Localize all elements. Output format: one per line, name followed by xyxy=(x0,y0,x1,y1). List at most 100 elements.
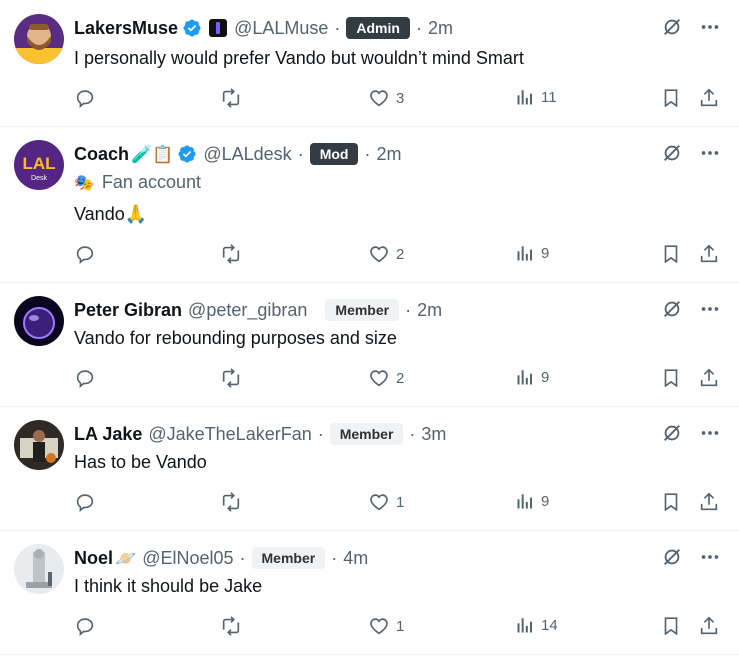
post-top-actions xyxy=(661,142,721,164)
bookmark-button[interactable] xyxy=(660,87,682,109)
avatar[interactable] xyxy=(14,14,64,64)
share-button[interactable] xyxy=(698,87,720,109)
more-options-icon[interactable] xyxy=(699,298,721,320)
verified-badge-icon[interactable] xyxy=(182,18,202,38)
display-name[interactable]: Peter Gibran xyxy=(74,300,182,321)
user-handle[interactable]: @LALMuse xyxy=(234,18,328,39)
separator-dot: · xyxy=(331,547,338,568)
separator-dot: · xyxy=(409,423,416,444)
grok-icon[interactable] xyxy=(661,16,683,38)
view-count: 9 xyxy=(541,492,550,510)
reply-button[interactable] xyxy=(74,615,102,637)
view-count: 9 xyxy=(541,368,550,386)
post-item[interactable]: LakersMuse @LALMuse · Admin · 2m I perso… xyxy=(0,0,739,127)
views-chart-icon xyxy=(515,615,535,635)
post-timestamp[interactable]: 2m xyxy=(417,300,442,321)
view-count: 9 xyxy=(541,244,550,262)
user-handle[interactable]: @LALdesk xyxy=(203,144,291,165)
user-handle[interactable]: @JakeTheLakerFan xyxy=(148,424,311,445)
separator-dot: · xyxy=(364,143,371,164)
display-name[interactable]: LakersMuse xyxy=(74,18,178,39)
bookmark-icon xyxy=(660,367,682,389)
share-icon xyxy=(698,367,720,389)
views-button[interactable]: 14 xyxy=(515,615,558,635)
reply-button[interactable] xyxy=(74,243,102,265)
like-button[interactable]: 2 xyxy=(368,243,404,265)
views-button[interactable]: 9 xyxy=(515,243,549,263)
post-actions: 2 9 xyxy=(74,367,724,391)
repost-button[interactable] xyxy=(219,491,249,513)
reply-icon xyxy=(74,615,96,637)
share-icon xyxy=(698,615,720,637)
bookmark-button[interactable] xyxy=(660,491,682,513)
heart-icon xyxy=(368,243,390,265)
avatar[interactable] xyxy=(14,420,64,470)
post-top-actions xyxy=(661,422,721,444)
share-button[interactable] xyxy=(698,367,720,389)
post-text: Vando for rebounding purposes and size xyxy=(74,328,397,348)
views-button[interactable]: 11 xyxy=(515,87,557,107)
post-top-actions xyxy=(661,16,721,38)
post-item[interactable]: Peter Gibran @peter_gibran · Member · 2m… xyxy=(0,282,739,407)
post-item[interactable]: Noel 🪐 @ElNoel05 · Member · 4m I think i… xyxy=(0,530,739,655)
share-button[interactable] xyxy=(698,243,720,265)
separator-dot: · xyxy=(405,299,412,320)
heart-icon xyxy=(368,87,390,109)
avatar[interactable]: LAL Desk xyxy=(14,140,64,190)
like-button[interactable]: 3 xyxy=(368,87,404,109)
bookmark-button[interactable] xyxy=(660,243,682,265)
affiliate-logo-icon[interactable] xyxy=(208,18,228,38)
repost-button[interactable] xyxy=(219,87,249,109)
repost-button[interactable] xyxy=(219,615,249,637)
like-count: 2 xyxy=(396,245,405,263)
like-button[interactable]: 1 xyxy=(368,615,404,637)
avatar[interactable] xyxy=(14,296,64,346)
repost-button[interactable] xyxy=(219,367,249,389)
more-options-icon[interactable] xyxy=(699,142,721,164)
lal-desk-logo-icon: LAL Desk xyxy=(14,140,64,190)
post-timestamp[interactable]: 3m xyxy=(421,424,446,445)
repost-icon xyxy=(219,243,243,265)
post-item[interactable]: LAL Desk Coach 🧪📋 @LALdesk · Mod · 2m 🎭 … xyxy=(0,126,739,283)
more-options-icon[interactable] xyxy=(699,422,721,444)
post-actions: 2 9 xyxy=(74,243,724,267)
reply-icon xyxy=(74,243,96,265)
post-timestamp[interactable]: 2m xyxy=(376,144,401,165)
like-button[interactable]: 1 xyxy=(368,491,404,513)
share-button[interactable] xyxy=(698,615,720,637)
views-chart-icon xyxy=(515,491,535,511)
share-icon xyxy=(698,87,720,109)
reply-button[interactable] xyxy=(74,491,102,513)
more-options-icon[interactable] xyxy=(699,16,721,38)
post-item[interactable]: LA Jake @JakeTheLakerFan · Member · 3m H… xyxy=(0,406,739,531)
views-button[interactable]: 9 xyxy=(515,367,549,387)
grok-icon[interactable] xyxy=(661,142,683,164)
reply-button[interactable] xyxy=(74,367,102,389)
repost-button[interactable] xyxy=(219,243,249,265)
user-handle[interactable]: @ElNoel05 xyxy=(142,548,233,569)
post-timestamp[interactable]: 4m xyxy=(343,548,368,569)
bookmark-button[interactable] xyxy=(660,615,682,637)
display-name[interactable]: Noel xyxy=(74,548,113,569)
avatar[interactable] xyxy=(14,544,64,594)
bookmark-button[interactable] xyxy=(660,367,682,389)
post-actions: 1 14 xyxy=(74,615,724,639)
post-timestamp[interactable]: 2m xyxy=(428,18,453,39)
share-icon xyxy=(698,243,720,265)
post-text: Vando🙏 xyxy=(74,204,148,224)
share-button[interactable] xyxy=(698,491,720,513)
display-name[interactable]: LA Jake xyxy=(74,424,142,445)
verified-badge-icon[interactable] xyxy=(177,144,197,164)
display-name[interactable]: Coach xyxy=(74,144,129,165)
grok-icon[interactable] xyxy=(661,422,683,444)
grok-icon[interactable] xyxy=(661,298,683,320)
repost-icon xyxy=(219,87,243,109)
views-button[interactable]: 9 xyxy=(515,491,549,511)
bearded-player-avatar-icon xyxy=(14,14,64,64)
like-button[interactable]: 2 xyxy=(368,367,404,389)
fan-account-text: Fan account xyxy=(101,172,201,192)
reply-button[interactable] xyxy=(74,87,102,109)
user-handle[interactable]: @peter_gibran xyxy=(188,300,307,321)
more-options-icon[interactable] xyxy=(699,546,721,568)
grok-icon[interactable] xyxy=(661,546,683,568)
